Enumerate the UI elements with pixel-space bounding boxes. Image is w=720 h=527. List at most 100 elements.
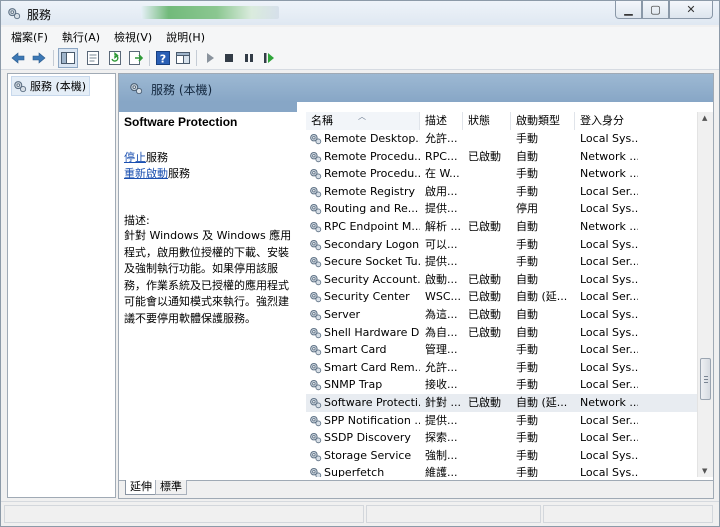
service-description-cell: 可以... — [425, 237, 458, 251]
console-view-button[interactable] — [175, 50, 191, 66]
table-row[interactable]: Software Protecti... 針對 ... 已啟動 自動 (延... Net… — [306, 393, 697, 412]
service-status-cell: 已啟動 — [468, 149, 501, 163]
column-header-label: 登入身分 — [580, 114, 624, 127]
close-button[interactable]: ✕ — [669, 1, 713, 19]
service-gear-icon — [310, 362, 322, 373]
table-row[interactable]: RPC Endpoint M... 解析 ... 已啟動 自動 Network ... — [306, 218, 697, 236]
service-startup-type-cell: 手動 — [516, 237, 538, 251]
show-hide-tree-button[interactable] — [58, 48, 78, 68]
service-log-on-as-cell: Local Sys... — [580, 202, 638, 216]
scrollbar-thumb[interactable] — [700, 358, 711, 400]
minimize-button[interactable]: ▁ — [615, 1, 642, 19]
column-header-log-on-as[interactable]: 登入身分 — [575, 112, 697, 130]
service-status-cell: 已啟動 — [468, 395, 501, 409]
pane-header: 服務 (本機) — [119, 74, 713, 102]
table-row[interactable]: Remote Procedu... RPC... 已啟動 自動 Network ... — [306, 148, 697, 166]
table-row[interactable]: Security Account... 啟動... 已啟動 自動 Local Sys..… — [306, 271, 697, 289]
table-row[interactable]: Server 為這... 已啟動 自動 Local Sys... — [306, 306, 697, 324]
table-row[interactable]: Remote Procedu... 在 W... 手動 Network ... — [306, 165, 697, 183]
menu-help[interactable]: 說明(H) — [166, 29, 205, 45]
service-log-on-as-cell: Local Ser... — [580, 290, 638, 304]
minimize-icon: ▁ — [624, 3, 633, 16]
title-bar[interactable]: 服務 ▁ ▢ ✕ — [1, 1, 719, 25]
services-gear-icon — [14, 81, 27, 93]
pause-service-button[interactable] — [241, 50, 257, 66]
service-description-cell: 探索... — [425, 431, 458, 445]
service-log-on-as-cell: Local Ser... — [580, 378, 638, 392]
column-header-label: 描述 — [425, 114, 447, 127]
console-tree[interactable]: 服務 (本機) — [7, 73, 116, 498]
service-gear-icon — [310, 274, 322, 285]
table-row[interactable]: Secure Socket Tu... 提供... 手動 Local Ser... — [306, 253, 697, 271]
service-startup-type-cell: 自動 — [516, 149, 538, 163]
selected-service-name: Software Protection — [124, 115, 238, 129]
service-status-cell — [468, 236, 510, 254]
console-view-icon — [176, 52, 190, 64]
service-gear-icon — [310, 133, 322, 145]
service-gear-icon — [310, 151, 322, 162]
service-description-cell: 提供... — [425, 255, 458, 269]
service-description-cell: 針對 ... — [425, 395, 461, 409]
menu-action[interactable]: 執行(A) — [62, 29, 100, 45]
service-log-on-as-cell: Local Sys... — [580, 360, 638, 374]
table-row[interactable]: Smart Card 管理... 手動 Local Ser... — [306, 341, 697, 359]
restart-service-button[interactable] — [261, 50, 277, 66]
start-service-button[interactable] — [202, 50, 218, 66]
service-gear-icon — [310, 257, 322, 268]
column-header-status[interactable]: 狀態 — [463, 112, 511, 130]
scroll-down-icon[interactable]: ▼ — [702, 467, 707, 475]
menu-file[interactable]: 檔案(F) — [11, 29, 48, 45]
tab-extended[interactable]: 延伸 — [125, 480, 157, 495]
properties-icon — [87, 51, 99, 65]
column-header-name[interactable]: ︿ 名稱 — [306, 112, 420, 130]
table-row[interactable]: Secondary Logon 可以... 手動 Local Sys... — [306, 236, 697, 254]
scroll-grip — [704, 376, 708, 377]
table-row[interactable]: Shell Hardware D... 為自... 已啟動 自動 Local Sys..… — [306, 324, 697, 342]
column-header-startup-type[interactable]: 啟動類型 — [511, 112, 575, 130]
service-gear-icon — [310, 415, 322, 426]
service-name-cell: Security Center — [324, 290, 410, 304]
table-row[interactable]: Storage Service 強制... 手動 Local Sys... — [306, 447, 697, 465]
service-name-cell: Software Protecti... — [324, 395, 420, 409]
help-icon: ? — [156, 51, 170, 66]
table-row[interactable]: Security Center WSC... 已啟動 自動 (延... Local Se… — [306, 288, 697, 306]
table-row[interactable]: SPP Notification ... 提供... 手動 Local Ser... — [306, 412, 697, 430]
refresh-button[interactable] — [107, 50, 123, 66]
export-list-button[interactable] — [128, 50, 144, 66]
back-button[interactable] — [10, 50, 26, 66]
service-startup-type-cell: 自動 — [516, 307, 538, 321]
stop-service-link[interactable]: 停止 — [124, 151, 146, 164]
service-name-cell: Smart Card Rem... — [324, 360, 420, 374]
table-row[interactable]: SNMP Trap 接收... 手動 Local Ser... — [306, 376, 697, 394]
service-description-cell: 提供... — [425, 413, 458, 427]
help-button[interactable]: ? — [155, 50, 171, 66]
table-row[interactable]: Smart Card Rem... 允許... 手動 Local Sys... — [306, 359, 697, 377]
scroll-up-icon[interactable]: ▲ — [702, 114, 707, 122]
service-status-cell — [468, 341, 510, 359]
table-row[interactable]: Remote Desktop... 允許... 手動 Local Sys... — [306, 130, 697, 148]
service-name-cell: Secure Socket Tu... — [324, 255, 420, 269]
toolbar-separator — [196, 50, 197, 66]
maximize-button[interactable]: ▢ — [642, 1, 669, 19]
table-row[interactable]: Superfetch 維護... 手動 Local Sys... — [306, 464, 697, 477]
tree-item-services-local[interactable]: 服務 (本機) — [11, 76, 91, 96]
restart-service-link[interactable]: 重新啟動 — [124, 167, 168, 180]
pane-header-curve — [297, 102, 713, 112]
service-name-cell: Remote Desktop... — [324, 132, 420, 145]
toolbar-separator — [53, 50, 54, 66]
services-pane: 服務 (本機) Software Protection 停止服務 重新啟動服務 … — [118, 73, 714, 499]
table-row[interactable]: Routing and Re... 提供... 停用 Local Sys... — [306, 200, 697, 218]
vertical-scrollbar[interactable]: ▲ ▼ — [697, 112, 713, 477]
properties-button[interactable] — [85, 50, 101, 66]
forward-button[interactable] — [31, 50, 47, 66]
services-list[interactable]: ︿ 名稱 描述 狀態 啟動類型 登入身分 Remote Desktop... 允許… — [306, 112, 697, 477]
service-status-cell — [468, 200, 510, 218]
maximize-icon: ▢ — [650, 3, 661, 16]
table-row[interactable]: SSDP Discovery 探索... 手動 Local Ser... — [306, 429, 697, 447]
tab-standard[interactable]: 標準 — [155, 480, 187, 495]
service-startup-type-cell: 手動 — [516, 184, 538, 198]
stop-service-button[interactable] — [221, 50, 237, 66]
table-row[interactable]: Remote Registry 啟用... 手動 Local Ser... — [306, 183, 697, 201]
column-header-description[interactable]: 描述 — [420, 112, 463, 130]
menu-view[interactable]: 檢視(V) — [114, 29, 152, 45]
